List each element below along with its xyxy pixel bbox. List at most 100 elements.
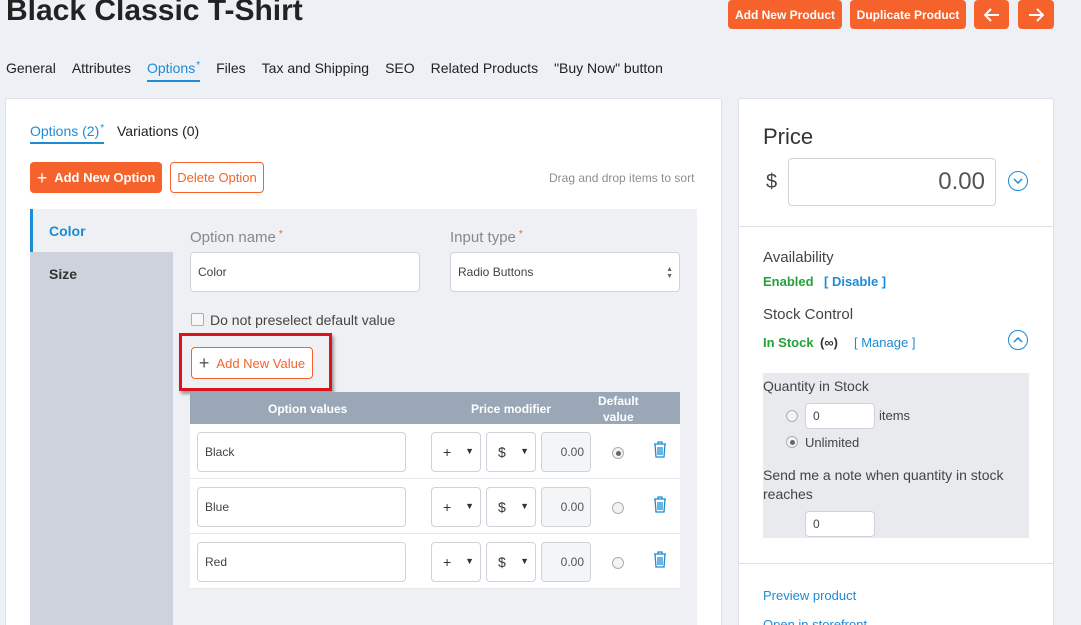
price-title: Price [763,124,814,149]
required-marker: * [518,229,523,240]
tab-tax-and-shipping[interactable]: Tax and Shipping [262,60,369,82]
unsaved-marker: * [196,60,201,71]
tab-options-label: Options [146,60,196,76]
manage-stock-link[interactable]: [ Manage ] [854,335,915,350]
caret-down-icon: ▼ [465,501,474,511]
price-unit-select[interactable]: $ ▼ [486,542,536,582]
subtab-options[interactable]: Options (2)* [30,123,105,144]
subtab-options-label: Options (2) [30,123,100,139]
tab-general[interactable]: General [6,60,56,82]
caret-down-icon: ▼ [520,501,529,511]
stock-note-label: Send me a note when quantity in stock re… [763,467,1004,502]
price-unit-value: $ [498,499,506,515]
option-value-input[interactable]: Red [197,542,406,582]
default-value-radio[interactable] [612,447,624,459]
option-value-input[interactable]: Black [197,432,406,472]
caret-down-icon: ▼ [465,446,474,456]
option-name-label-text: Option name [190,229,276,246]
page-title: Black Classic T-Shirt [6,0,303,27]
input-type-value: Radio Buttons [458,265,534,279]
duplicate-product-button[interactable]: Duplicate Product [850,0,966,29]
add-new-option-label: Add New Option [54,170,156,185]
stock-settings-panel [763,373,1029,538]
arrow-left-icon [983,7,999,22]
currency-symbol: $ [766,171,778,193]
plus-icon: + [36,167,48,188]
arrow-right-icon [1029,7,1044,22]
no-preselect-label: Do not preselect default value [210,312,396,328]
tab-buy-now-button[interactable]: "Buy Now" button [554,60,663,82]
plus-icon: + [198,353,210,373]
default-value-radio[interactable] [612,502,624,514]
price-amount-input[interactable]: 0.00 [541,487,591,527]
option-name-label: Option name * [190,229,283,246]
input-type-select[interactable]: Radio Buttons ▲ ▼ [450,252,680,292]
chevron-down-icon [1013,178,1023,184]
unlimited-radio[interactable] [786,436,798,448]
input-type-label: Input type * [450,229,523,246]
trash-icon[interactable] [652,440,668,463]
price-sign-value: + [443,554,452,570]
option-item-color[interactable]: Color [30,209,173,252]
caret-down-icon: ▼ [465,556,474,566]
input-type-label-text: Input type [450,229,516,246]
option-list: Color Size [30,209,173,625]
quantity-in-stock-label: Quantity in Stock [763,378,869,394]
default-value-radio[interactable] [612,557,624,569]
price-unit-value: $ [498,444,506,460]
tab-options[interactable]: Options* [146,60,201,82]
disable-link[interactable]: [ Disable ] [824,274,886,289]
open-in-storefront-link[interactable]: Open in storefront [763,617,867,625]
divider [739,226,1053,227]
expand-price-button[interactable] [1008,171,1028,191]
no-preselect-checkbox[interactable] [191,313,204,326]
trash-icon[interactable] [652,495,668,518]
add-new-product-button[interactable]: Add New Product [728,0,842,29]
previous-product-button[interactable] [974,0,1009,29]
add-new-value-button[interactable]: + Add New Value [191,347,313,379]
tab-related-products[interactable]: Related Products [431,60,538,82]
option-value-input[interactable]: Blue [197,487,406,527]
stock-note-input[interactable]: 0 [805,511,875,537]
tab-files[interactable]: Files [216,60,246,82]
product-tabs: General Attributes Options* Files Tax an… [6,60,679,82]
option-item-size[interactable]: Size [30,252,173,295]
required-marker: * [278,229,283,240]
option-name-input[interactable]: Color [190,252,420,292]
price-unit-select[interactable]: $ ▼ [486,487,536,527]
delete-option-button[interactable]: Delete Option [170,162,264,193]
availability-label: Availability [763,249,834,266]
quantity-radio[interactable] [786,410,798,422]
price-sign-value: + [443,499,452,515]
price-amount-input[interactable]: 0.00 [541,432,591,472]
tab-seo[interactable]: SEO [385,60,415,82]
price-sign-value: + [443,444,452,460]
unlimited-label: Unlimited [805,435,860,450]
collapse-stock-button[interactable] [1008,330,1028,350]
unsaved-marker: * [100,123,105,134]
price-sign-select[interactable]: + ▼ [431,432,481,472]
tab-attributes[interactable]: Attributes [72,60,131,82]
items-label: items [879,408,911,423]
price-unit-value: $ [498,554,506,570]
subtab-variations[interactable]: Variations (0) [117,123,199,139]
preview-product-link[interactable]: Preview product [763,588,856,603]
price-amount-input[interactable]: 0.00 [541,542,591,582]
price-unit-select[interactable]: $ ▼ [486,432,536,472]
stock-control-label: Stock Control [763,306,854,323]
chevron-up-icon [1013,337,1023,343]
price-sign-select[interactable]: + ▼ [431,487,481,527]
column-default-line2: value [603,410,634,424]
add-new-option-button[interactable]: + Add New Option [30,162,162,193]
price-sign-select[interactable]: + ▼ [431,542,481,582]
trash-icon[interactable] [652,550,668,573]
infinity-symbol: (∞) [820,335,838,350]
add-new-value-label: Add New Value [216,355,306,371]
price-input[interactable]: 0.00 [788,158,996,206]
caret-down-icon: ▼ [520,556,529,566]
quantity-input[interactable]: 0 [805,403,875,429]
column-default-line1: Default [598,394,639,408]
next-product-button[interactable] [1018,0,1054,29]
caret-down-icon: ▼ [520,446,529,456]
select-arrows-icon: ▲ ▼ [666,266,673,280]
